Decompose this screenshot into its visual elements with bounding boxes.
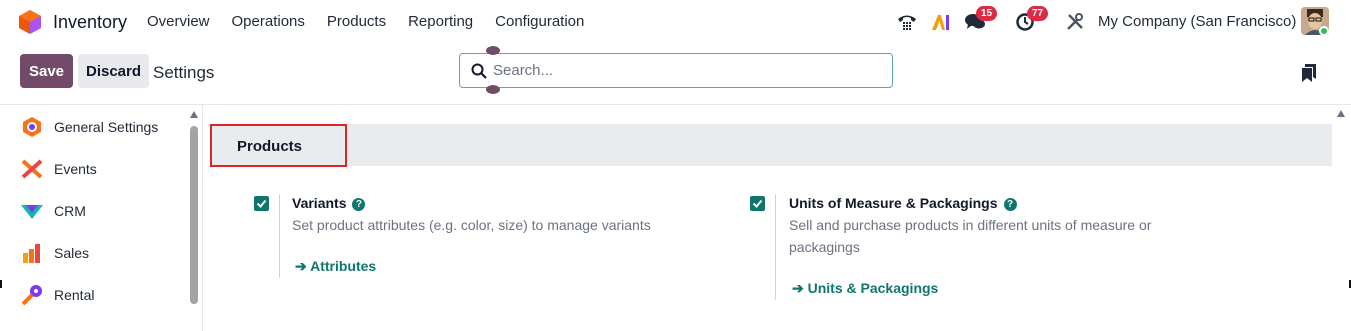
discard-button[interactable]: Discard — [78, 54, 149, 88]
arrow-right-icon: ➔ — [295, 258, 307, 274]
sales-icon — [23, 244, 40, 263]
arrow-right-icon: ➔ — [792, 280, 804, 296]
control-panel: Save Discard Settings — [0, 44, 1351, 104]
setting-divider — [775, 194, 776, 300]
search-icon[interactable] — [471, 63, 487, 79]
settings-main: Products Variants? Set product attribute… — [204, 105, 1334, 331]
units-packagings-link[interactable]: ➔ Units & Packagings — [792, 280, 938, 297]
sidebar-item-label: Rental — [54, 287, 95, 303]
top-navbar: Inventory Overview Operations Products R… — [0, 0, 1351, 44]
ai-icon[interactable] — [931, 8, 951, 36]
menu-products[interactable]: Products — [327, 13, 386, 30]
tools-icon[interactable] — [1066, 8, 1084, 36]
variants-title: Variants? — [292, 195, 366, 211]
rental-icon — [21, 285, 42, 306]
section-header: Products — [210, 124, 1332, 166]
messages-badge: 15 — [976, 6, 998, 21]
resize-handle-top[interactable] — [486, 46, 500, 55]
inventory-app-icon[interactable] — [18, 9, 42, 35]
sidebar-item-crm[interactable]: CRM — [20, 197, 86, 225]
edge-marker — [0, 280, 2, 288]
help-icon[interactable]: ? — [352, 198, 366, 211]
save-button[interactable]: Save — [20, 54, 73, 88]
units-title: Units of Measure & Packagings? — [789, 195, 1017, 211]
variants-description: Set product attributes (e.g. color, size… — [292, 217, 651, 233]
units-checkbox[interactable] — [750, 196, 765, 211]
scroll-up-arrow-icon[interactable] — [190, 111, 198, 118]
scroll-up-arrow-icon[interactable] — [1337, 110, 1345, 117]
help-icon[interactable]: ? — [1003, 198, 1017, 211]
sidebar-item-sales[interactable]: Sales — [20, 239, 89, 267]
scrollbar-thumb[interactable] — [190, 126, 198, 304]
search-input[interactable] — [493, 54, 883, 87]
sidebar-item-label: Sales — [54, 245, 90, 261]
attributes-link[interactable]: ➔ Attributes — [295, 258, 376, 275]
units-label: Units of Measure & Packagings — [789, 195, 998, 211]
units-description-line2: packagings — [789, 239, 860, 255]
messages-icon[interactable]: 15 — [964, 6, 1004, 36]
sidebar-item-rental[interactable]: Rental — [20, 281, 94, 309]
menu-overview[interactable]: Overview — [147, 13, 210, 30]
phone-icon[interactable] — [896, 8, 918, 36]
attributes-link-label: Attributes — [310, 258, 377, 274]
events-icon — [21, 159, 43, 179]
search-box — [459, 53, 893, 88]
page-title: Settings — [153, 63, 215, 82]
variants-label: Variants — [292, 195, 347, 211]
menu-reporting[interactable]: Reporting — [408, 13, 473, 30]
setting-divider — [279, 194, 280, 278]
sidebar-item-label: CRM — [54, 203, 86, 219]
sidebar-item-general-settings[interactable]: General Settings — [20, 113, 158, 141]
app-name[interactable]: Inventory — [53, 12, 127, 33]
resize-handle-bottom[interactable] — [486, 85, 500, 94]
odoo-settings-icon — [23, 117, 41, 137]
main-menu: Overview Operations Products Reporting C… — [147, 13, 606, 30]
check-icon — [752, 199, 763, 208]
menu-operations[interactable]: Operations — [232, 13, 305, 30]
sidebar-item-label: General Settings — [54, 119, 159, 135]
sidebar-item-events[interactable]: Events — [20, 155, 97, 183]
main-scrollbar[interactable] — [1334, 105, 1348, 331]
activity-clock-icon[interactable]: 77 — [1015, 6, 1055, 36]
bookmark-icon[interactable] — [1302, 64, 1316, 82]
activities-badge: 77 — [1027, 6, 1049, 21]
units-description-line1: Sell and purchase products in different … — [789, 217, 1152, 233]
highlight-annotation — [210, 124, 347, 167]
units-link-label: Units & Packagings — [807, 280, 939, 296]
settings-sidebar: General Settings Events CRM Sales Rental — [0, 105, 203, 331]
company-switcher[interactable]: My Company (San Francisco) — [1098, 13, 1296, 30]
sidebar-item-label: Events — [54, 161, 97, 177]
crm-icon — [21, 205, 43, 219]
online-status-dot — [1319, 26, 1329, 36]
menu-configuration[interactable]: Configuration — [495, 13, 584, 30]
variants-checkbox[interactable] — [254, 196, 269, 211]
sidebar-scrollbar[interactable] — [188, 111, 200, 331]
check-icon — [256, 199, 267, 208]
